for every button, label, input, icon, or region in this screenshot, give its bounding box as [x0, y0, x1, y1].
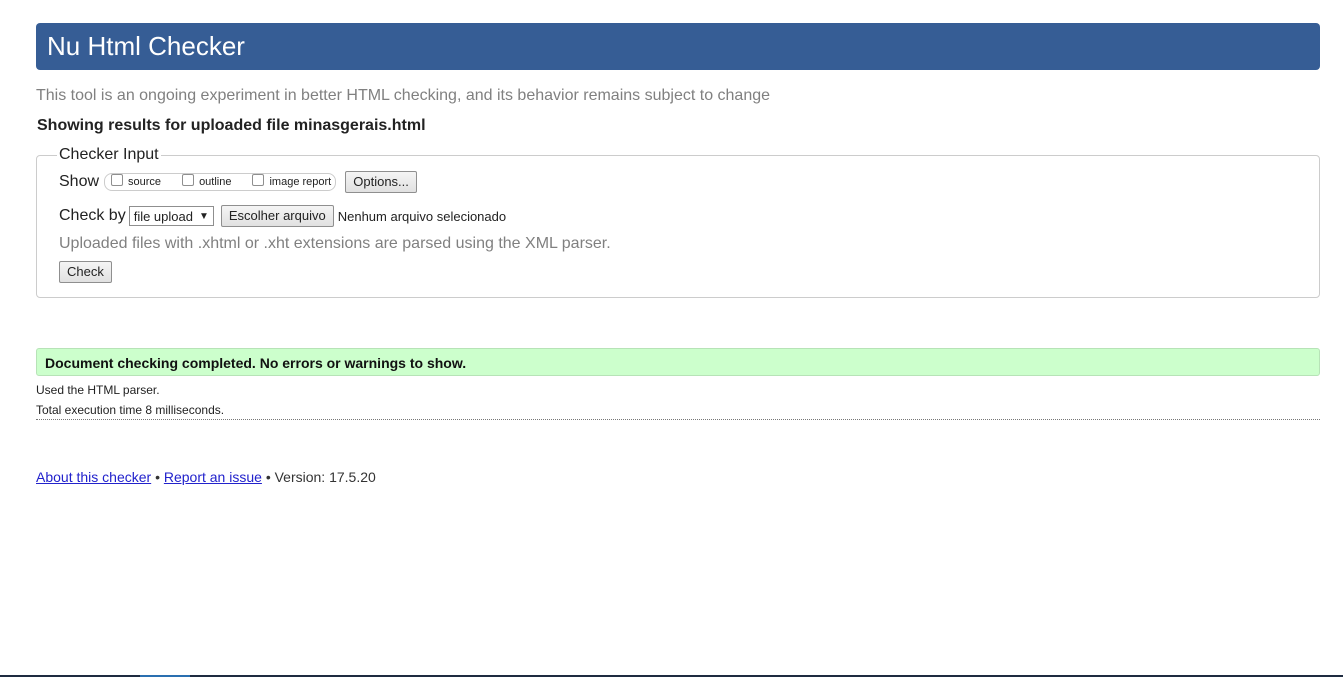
- xml-parser-note: Uploaded files with .xhtml or .xht exten…: [59, 235, 611, 252]
- check-button[interactable]: Check: [59, 261, 112, 283]
- parser-info: Used the HTML parser.: [36, 383, 160, 397]
- checker-input-legend: Checker Input: [59, 146, 159, 163]
- results-heading: Showing results for uploaded file minasg…: [37, 117, 426, 134]
- tagline: This tool is an ongoing experiment in be…: [36, 87, 771, 104]
- image-report-checkbox-label[interactable]: image report: [269, 176, 331, 188]
- report-issue-link[interactable]: Report an issue: [164, 469, 262, 485]
- version-text: Version: 17.5.20: [274, 469, 376, 485]
- page-container: Nu Html Checker This tool is an ongoing …: [36, 23, 1320, 485]
- options-button[interactable]: Options...: [345, 171, 417, 193]
- about-checker-link[interactable]: About this checker: [36, 469, 151, 485]
- check-by-select[interactable]: file upload ▼: [128, 206, 214, 226]
- result-details: Used the HTML parser. Total execution ti…: [36, 383, 1320, 423]
- success-message: Document checking completed. No errors o…: [36, 348, 1320, 376]
- show-row: Show source outline image report Options…: [59, 170, 1298, 194]
- outline-checkbox-label[interactable]: outline: [199, 176, 231, 188]
- image-report-checkbox[interactable]: [252, 174, 265, 186]
- check-by-row: Check by file upload ▼ Escolher arquivo …: [59, 204, 1298, 228]
- choose-file-button[interactable]: Escolher arquivo: [220, 205, 334, 227]
- checker-input-fieldset: Checker Input Show source outline image …: [36, 146, 1320, 298]
- check-by-label: Check by: [59, 207, 126, 224]
- dotted-divider: [36, 419, 1320, 420]
- page-title: Nu Html Checker: [36, 23, 1320, 70]
- outline-checkbox[interactable]: [182, 174, 195, 186]
- check-by-select-value: file upload: [133, 208, 193, 224]
- show-options-group: source outline image report: [104, 173, 337, 191]
- show-label: Show: [59, 173, 100, 190]
- execution-time: Total execution time 8 milliseconds.: [36, 403, 225, 417]
- dropdown-arrow-icon: ▼: [198, 210, 209, 222]
- source-checkbox[interactable]: [111, 174, 124, 186]
- source-checkbox-label[interactable]: source: [128, 176, 161, 188]
- footer-separator: •: [265, 469, 271, 485]
- no-file-selected-text: Nenhum arquivo selecionado: [337, 208, 507, 224]
- footer-separator: •: [155, 469, 160, 485]
- footer: About this checker • Report an issue • V…: [36, 469, 1320, 485]
